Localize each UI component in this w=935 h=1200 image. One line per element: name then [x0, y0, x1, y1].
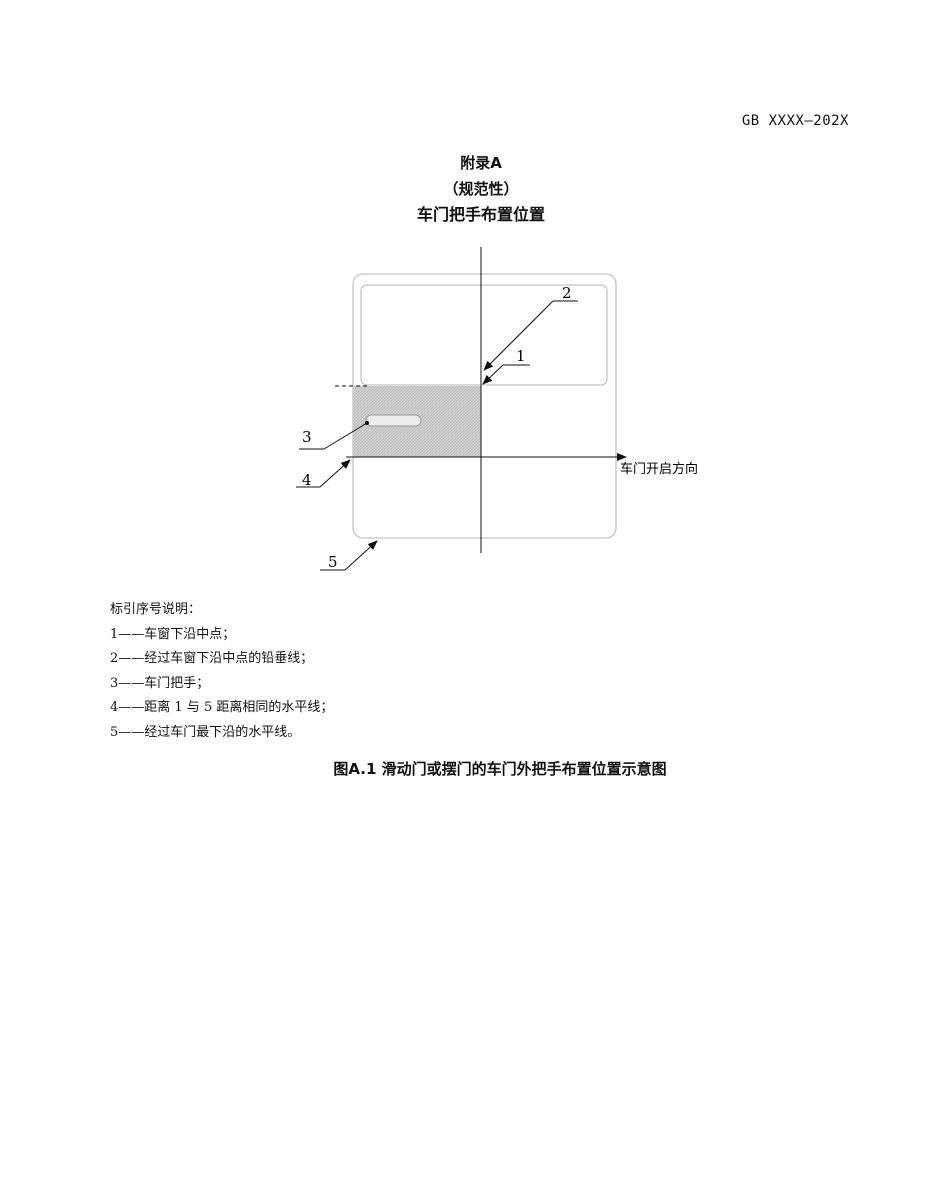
legend-item: 2——经过车窗下沿中点的铅垂线；	[110, 651, 314, 666]
legend: 标引序号说明： 1——车窗下沿中点； 2——经过车窗下沿中点的铅垂线； 3——车…	[110, 598, 333, 745]
callout-2-label: 2	[562, 284, 572, 302]
callout-5-label: 5	[328, 553, 338, 571]
legend-item: 1——车窗下沿中点；	[110, 626, 236, 642]
callout-3-label: 3	[302, 428, 312, 446]
door-handle	[365, 414, 422, 427]
legend-item: 4——距离 1 与 5 距离相同的水平线；	[110, 700, 334, 715]
figure-caption: 图A.1 滑动门或摆门的车门外把手布置位置示意图	[333, 760, 667, 778]
callout-5-leader	[344, 540, 378, 571]
legend-title: 标引序号说明：	[110, 602, 202, 617]
callout-3-dot	[365, 421, 369, 425]
door-handle-diagram: 2 1 3 4 5 车门开启方向	[296, 247, 698, 571]
callout-1-label: 1	[516, 347, 526, 365]
legend-item: 3——车门把手；	[110, 675, 210, 691]
callout-4-leader	[319, 459, 351, 488]
door-opening-direction-label: 车门开启方向	[620, 461, 698, 477]
legend-item: 5——经过车门最下沿的水平线。	[110, 724, 301, 740]
callout-4-label: 4	[302, 471, 312, 489]
